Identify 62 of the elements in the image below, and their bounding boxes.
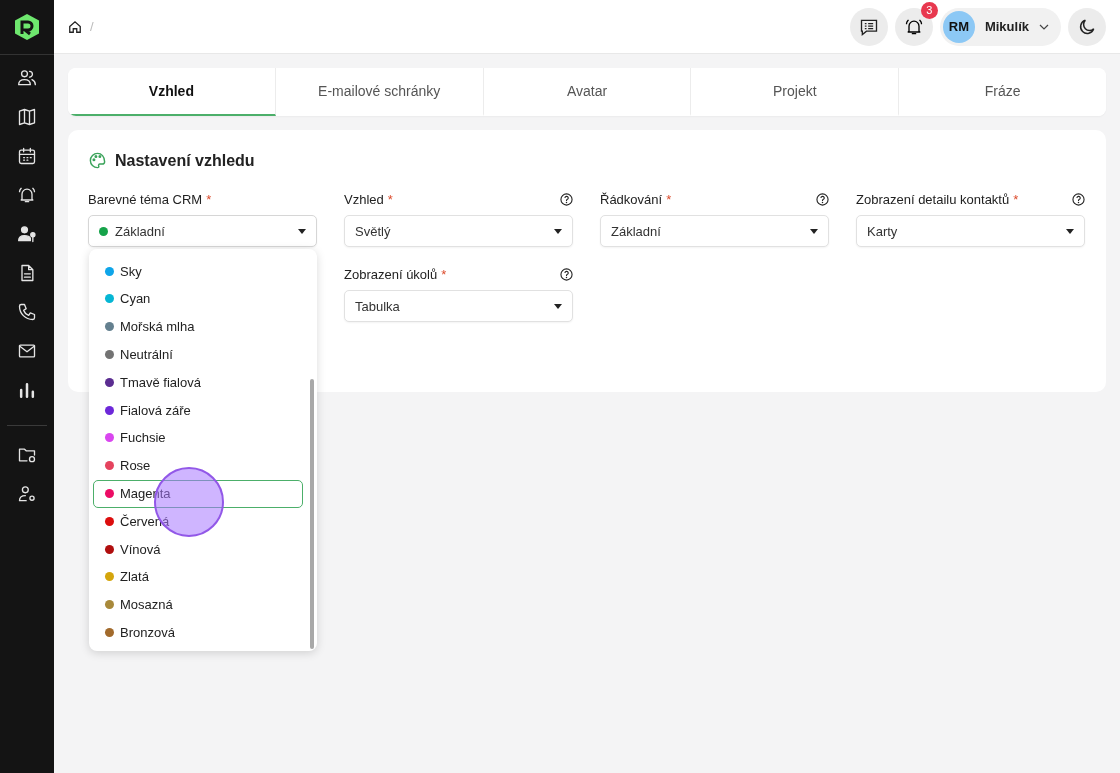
required-mark: * bbox=[441, 267, 447, 282]
select-field[interactable]: Tabulka bbox=[344, 290, 573, 322]
field-label: Vzhled bbox=[344, 192, 384, 207]
dropdown-option[interactable]: Zlatá bbox=[93, 562, 303, 591]
bell-icon[interactable] bbox=[17, 185, 37, 205]
caret-icon bbox=[298, 228, 306, 234]
tab[interactable]: Projekt bbox=[691, 68, 900, 116]
field-label: Řádkování bbox=[600, 192, 663, 207]
required-mark: * bbox=[1013, 192, 1019, 207]
tab[interactable]: Vzhled bbox=[68, 68, 276, 116]
theme-toggle-button[interactable] bbox=[1068, 7, 1106, 46]
user-settings-icon[interactable] bbox=[17, 484, 37, 504]
notifications-button[interactable] bbox=[894, 7, 933, 46]
dropdown-option[interactable]: Neutrální bbox=[93, 340, 303, 369]
dropdown-option[interactable]: Fialová záře bbox=[93, 396, 303, 425]
tab[interactable]: Fráze bbox=[899, 68, 1106, 116]
required-mark: * bbox=[666, 192, 672, 207]
home-icon[interactable] bbox=[68, 19, 82, 34]
select-field[interactable]: Světlý bbox=[344, 215, 573, 247]
dropdown-option[interactable]: Cyan bbox=[93, 284, 303, 313]
user-key-icon[interactable] bbox=[17, 224, 37, 244]
bar-chart-icon[interactable] bbox=[17, 380, 37, 400]
scrollbar[interactable] bbox=[310, 379, 314, 649]
caret-icon bbox=[1066, 228, 1074, 234]
logo-icon[interactable] bbox=[14, 13, 40, 41]
chevron-down-icon bbox=[1039, 23, 1049, 30]
caret-icon bbox=[810, 228, 818, 234]
help-icon[interactable] bbox=[816, 192, 829, 206]
user-menu[interactable]: RM Mikulík bbox=[939, 7, 1061, 46]
dropdown-option[interactable]: Mosazná bbox=[93, 590, 303, 619]
select-field[interactable]: Základní bbox=[88, 215, 317, 247]
card-title: Nastavení vzhledu bbox=[115, 151, 255, 170]
palette-icon bbox=[88, 151, 107, 170]
phone-icon[interactable] bbox=[17, 302, 37, 322]
map-icon[interactable] bbox=[17, 107, 37, 127]
dropdown-option[interactable]: Vínová bbox=[93, 535, 303, 564]
chat-button[interactable] bbox=[849, 7, 888, 46]
users-icon[interactable] bbox=[17, 68, 37, 88]
field-label: Zobrazení úkolů bbox=[344, 267, 438, 282]
dropdown-option[interactable]: Mořská mlha bbox=[93, 312, 303, 341]
dropdown-option[interactable]: Sky bbox=[93, 257, 303, 285]
dropdown-option[interactable]: Tmavě fialová bbox=[93, 368, 303, 397]
tab[interactable]: Avatar bbox=[483, 68, 692, 116]
dropdown-option[interactable]: Fuchsie bbox=[93, 423, 303, 452]
help-icon[interactable] bbox=[560, 267, 573, 281]
breadcrumb-separator: / bbox=[90, 19, 94, 34]
notification-badge: 3 bbox=[920, 1, 938, 19]
calendar-icon[interactable] bbox=[17, 146, 37, 166]
dropdown-option[interactable]: Rose bbox=[93, 451, 303, 480]
dropdown-option[interactable]: Bronzová bbox=[93, 618, 303, 647]
select-field[interactable]: Karty bbox=[856, 215, 1085, 247]
required-mark: * bbox=[387, 192, 393, 207]
help-icon[interactable] bbox=[560, 192, 573, 206]
help-icon[interactable] bbox=[1072, 192, 1085, 206]
caret-icon bbox=[554, 303, 562, 309]
caret-icon bbox=[554, 228, 562, 234]
avatar: RM bbox=[942, 10, 975, 43]
field-label: Zobrazení detailu kontaktů bbox=[856, 192, 1010, 207]
field-label: Barevné téma CRM bbox=[88, 192, 203, 207]
select-field[interactable]: Základní bbox=[600, 215, 829, 247]
required-mark: * bbox=[206, 192, 212, 207]
tab[interactable]: E-mailové schránky bbox=[275, 68, 484, 116]
